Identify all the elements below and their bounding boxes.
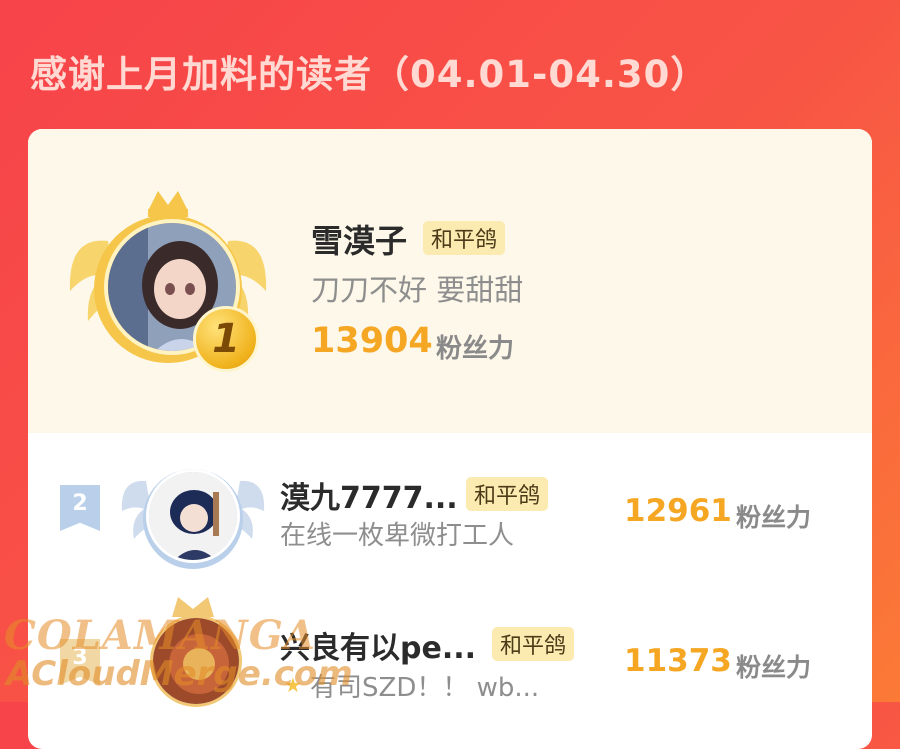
user-name[interactable]: 漠九7777... (280, 473, 458, 517)
rank-number: 1 (212, 316, 240, 362)
leaderboard-item-rank-1[interactable]: 1 雪漠子 和平鸽 刀刀不好 要甜甜 13904 粉丝力 (28, 129, 872, 433)
fan-power-value: 13904 (311, 321, 433, 361)
leaderboard-item-rank-2[interactable]: 2 漠九7777... 和平鸽 在线一枚卑微打工人 12961 粉丝力 (28, 433, 872, 583)
rank-number: 2 (72, 491, 88, 516)
page-title: 感谢上月加料的读者（04.01-04.30） (30, 53, 709, 96)
fan-badge: 和平鸽 (492, 627, 575, 661)
fan-power-value: 11373 (624, 643, 732, 679)
fan-badge: 和平鸽 (466, 477, 549, 511)
rank-medal-icon: 1 (193, 306, 259, 372)
fan-power-unit: 粉丝力 (736, 653, 812, 682)
watermark-logo: COLAMANGA (4, 612, 316, 659)
fan-badge: 和平鸽 (423, 221, 506, 255)
fan-power-unit: 粉丝力 (436, 334, 515, 364)
user-name[interactable]: 雪漠子 (311, 216, 407, 262)
user-signature: 刀刀不好 要甜甜 (311, 273, 524, 307)
fan-power-value: 12961 (624, 493, 732, 529)
avatar[interactable] (146, 469, 240, 563)
watermark-url: ACloudMerge.com (6, 654, 353, 694)
fan-power-unit: 粉丝力 (736, 503, 812, 532)
rank-ribbon-icon: 2 (60, 485, 100, 531)
user-signature: 在线一枚卑微打工人 (280, 521, 515, 551)
